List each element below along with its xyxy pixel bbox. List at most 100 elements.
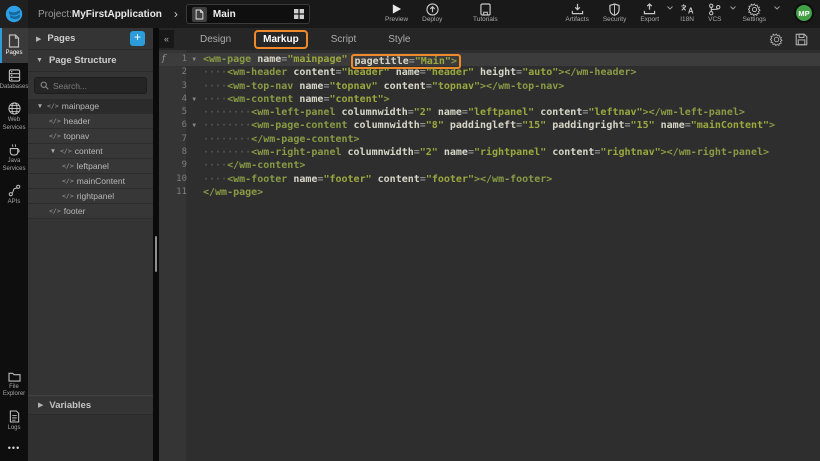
code-line-8[interactable]: 8········<wm-right-panel columnwidth="2"… — [159, 146, 820, 159]
code-line-1[interactable]: 1▼f<wm-page name="mainpage"pagetitle="Ma… — [159, 53, 820, 66]
chevron-down-icon[interactable]: ▼ — [49, 148, 57, 155]
collapse-panel-button[interactable]: « — [159, 30, 174, 48]
sidebar-item-apis[interactable]: APIs — [0, 178, 28, 212]
chevron-down-icon[interactable] — [774, 6, 780, 10]
code-line-11[interactable]: 11 </wm-page> — [159, 186, 820, 199]
tree-item-mainpage[interactable]: ▼</>mainpage — [28, 99, 153, 114]
play-icon — [391, 3, 402, 15]
code-line-7[interactable]: 7········</wm-page-content> — [159, 133, 820, 146]
code-lines: 1▼f<wm-page name="mainpage"pagetitle="Ma… — [159, 53, 820, 199]
code-line-6[interactable]: 6▼········<wm-page-content columnwidth="… — [159, 119, 820, 132]
action-label: Tutorials — [473, 16, 498, 23]
artifacts-button[interactable]: Artifacts — [558, 0, 595, 23]
line-number[interactable]: 10 — [159, 173, 189, 186]
sidebar-item-file-explorer[interactable]: File Explorer — [0, 365, 28, 404]
line-number[interactable]: 1▼f — [159, 53, 189, 66]
code-text: ····<wm-footer name="footer" content="fo… — [189, 173, 552, 186]
tree-item-leftpanel[interactable]: </>leftpanel — [28, 159, 153, 174]
line-number[interactable]: 5 — [159, 106, 189, 119]
sidebar-item-logs[interactable]: Logs — [0, 404, 28, 438]
code-line-5[interactable]: 5········<wm-left-panel columnwidth="2" … — [159, 106, 820, 119]
left-nav-rail: PagesDatabasesWeb ServicesJava ServicesA… — [0, 28, 28, 461]
line-number[interactable]: 9 — [159, 159, 189, 172]
sidebar-item-pages[interactable]: Pages — [0, 28, 28, 63]
project-name: MyFirstApplication — [72, 9, 162, 20]
grid-icon[interactable] — [294, 9, 304, 19]
code-line-9[interactable]: 9····</wm-content> — [159, 159, 820, 172]
tab-design[interactable]: Design — [191, 30, 240, 49]
line-number[interactable]: 7 — [159, 133, 189, 146]
user-avatar[interactable]: MP — [794, 3, 814, 23]
chevron-down-icon[interactable]: ▼ — [36, 103, 44, 110]
sidebar-item-databases[interactable]: Databases — [0, 63, 28, 97]
tree-item-topnav[interactable]: </>topnav — [28, 129, 153, 144]
code-value: "header" — [342, 67, 390, 78]
tree-item-content[interactable]: ▼</>content — [28, 144, 153, 159]
breadcrumb-chevron-icon: › — [174, 7, 178, 21]
line-number[interactable]: 2 — [159, 66, 189, 79]
add-page-button[interactable]: + — [130, 31, 145, 46]
line-number[interactable]: 11 — [159, 186, 189, 199]
code-attr: content — [287, 67, 335, 78]
code-value: "mainContent" — [691, 120, 769, 131]
code-value: "2" — [420, 147, 438, 158]
line-number[interactable]: 3 — [159, 80, 189, 93]
code-area[interactable]: 1▼f<wm-page name="mainpage"pagetitle="Ma… — [159, 50, 820, 461]
tab-style[interactable]: Style — [379, 30, 419, 49]
page-tab-main[interactable]: Main — [186, 4, 310, 24]
sidebar-item-web-services[interactable]: Web Services — [0, 96, 28, 137]
wavemaker-studio: Project:MyFirstApplication › Main Previe… — [0, 0, 820, 461]
code-tag: > — [384, 94, 390, 105]
tree-item-header[interactable]: </>header — [28, 114, 153, 129]
code-tag-icon: </> — [60, 147, 72, 155]
more-options-button[interactable]: ••• — [0, 437, 28, 461]
vcs-button[interactable]: VCS — [701, 0, 728, 23]
code-value: "auto" — [522, 67, 558, 78]
code-line-10[interactable]: 10····<wm-footer name="footer" content="… — [159, 173, 820, 186]
security-button[interactable]: Security — [596, 0, 633, 23]
page-structure-tree: ▼</>mainpage</>header</>topnav▼</>conten… — [28, 99, 153, 219]
code-line-3[interactable]: 3····<wm-top-nav name="topnav" content="… — [159, 80, 820, 93]
page-structure-header[interactable]: ▼ Page Structure — [28, 50, 153, 72]
code-whitespace: ···· — [203, 174, 227, 185]
code-tag: ></wm-header> — [558, 67, 636, 78]
rail-top-group: PagesDatabasesWeb ServicesJava ServicesA… — [0, 28, 28, 212]
panel-scrollbar[interactable] — [155, 236, 157, 272]
tab-markup[interactable]: Markup — [254, 30, 308, 49]
tutorials-button[interactable]: Tutorials — [466, 0, 505, 23]
chevron-right-icon: ▶ — [36, 35, 41, 43]
variables-section-header[interactable]: ▶ Variables — [28, 395, 153, 415]
app-logo[interactable] — [0, 0, 28, 28]
code-line-4[interactable]: 4▼····<wm-content name="content"> — [159, 93, 820, 106]
preview-button[interactable]: Preview — [378, 0, 415, 23]
line-number[interactable]: 8 — [159, 146, 189, 159]
sidebar-item-java-services[interactable]: Java Services — [0, 137, 28, 178]
tab-script[interactable]: Script — [322, 30, 366, 49]
code-text: ····<wm-header content="header" name="he… — [189, 66, 637, 79]
code-line-2[interactable]: 2····<wm-header content="header" name="h… — [159, 66, 820, 79]
pages-section-header[interactable]: ▶ Pages + — [28, 28, 153, 50]
settings-button[interactable]: Settings — [736, 0, 774, 23]
structure-search[interactable] — [34, 77, 147, 94]
code-value: "15" — [522, 120, 546, 131]
deploy-button[interactable]: Deploy — [415, 0, 449, 23]
code-whitespace: ········ — [203, 134, 251, 145]
tree-item-label: topnav — [64, 131, 90, 141]
markup-settings-gear-icon[interactable] — [770, 33, 783, 46]
code-tag: </wm-page> — [203, 187, 263, 198]
line-number[interactable]: 6▼ — [159, 119, 189, 132]
line-number[interactable]: 4▼ — [159, 93, 189, 106]
export-button[interactable]: Export — [633, 0, 666, 23]
tree-item-label: rightpanel — [77, 191, 114, 201]
save-icon[interactable] — [795, 33, 808, 46]
code-tag: <wm-right-panel — [251, 147, 341, 158]
i18n-button[interactable]: AI18N — [673, 0, 701, 23]
tree-item-footer[interactable]: </>footer — [28, 204, 153, 219]
export-icon — [643, 3, 656, 15]
code-value: "leftnav" — [588, 107, 642, 118]
search-input[interactable] — [53, 81, 143, 91]
tree-item-rightpanel[interactable]: </>rightpanel — [28, 189, 153, 204]
tree-item-maincontent[interactable]: </>mainContent — [28, 174, 153, 189]
code-attr: name — [655, 120, 685, 131]
globe-icon — [8, 102, 21, 115]
